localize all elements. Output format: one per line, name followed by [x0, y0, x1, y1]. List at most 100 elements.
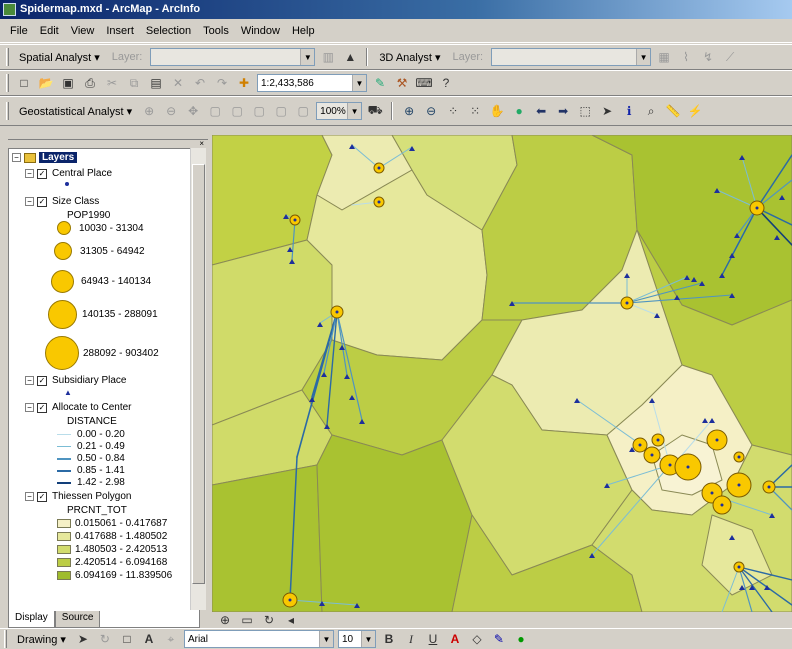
- toc-subsidiary-row[interactable]: − ✓ Subsidiary Place: [25, 375, 126, 386]
- hyperlink-icon[interactable]: ⚡: [686, 102, 704, 120]
- menu-tools[interactable]: Tools: [197, 25, 235, 37]
- layout-view-icon[interactable]: ▭: [238, 611, 256, 629]
- menu-file[interactable]: File: [4, 25, 34, 37]
- visibility-checkbox[interactable]: ✓: [37, 491, 47, 502]
- zoom-in-icon[interactable]: ⊕: [400, 102, 418, 120]
- layer-props-icon[interactable]: ▲: [341, 48, 359, 66]
- menu-selection[interactable]: Selection: [140, 25, 197, 37]
- layout-fixed-out-icon[interactable]: ▢: [250, 102, 268, 120]
- menu-help[interactable]: Help: [286, 25, 321, 37]
- fill-color-icon[interactable]: ◇: [468, 630, 486, 648]
- delete-icon[interactable]: ✕: [169, 74, 187, 92]
- zoom-percent-combo[interactable]: 100% ▼: [316, 102, 363, 120]
- map-scale-combo[interactable]: 1:2,433,586 ▼: [257, 74, 367, 92]
- font-family-combo[interactable]: Arial ▼: [183, 630, 334, 648]
- line-of-sight-icon[interactable]: ⟋: [721, 48, 739, 66]
- profile-icon[interactable]: ⌇: [677, 48, 695, 66]
- layout-back-icon[interactable]: ▢: [272, 102, 290, 120]
- menu-window[interactable]: Window: [235, 25, 286, 37]
- add-data-icon[interactable]: ✚: [235, 74, 253, 92]
- layout-forward-icon[interactable]: ▢: [294, 102, 312, 120]
- tab-display[interactable]: Display: [8, 611, 55, 628]
- toggle-draft-icon[interactable]: ⛟: [366, 102, 384, 120]
- visibility-checkbox[interactable]: ✓: [37, 402, 47, 413]
- histogram-icon[interactable]: ▥: [319, 48, 337, 66]
- rotate-icon[interactable]: ↻: [96, 630, 114, 648]
- toc-thiessen-row[interactable]: − ✓ Thiessen Polygon: [25, 491, 132, 502]
- editor-toolbar-icon[interactable]: ✎: [371, 74, 389, 92]
- 3d-layer-combo[interactable]: ▼: [491, 48, 652, 66]
- steepest-path-icon[interactable]: ↯: [699, 48, 717, 66]
- arctoolbox-icon[interactable]: ⚒: [393, 74, 411, 92]
- text-tool-icon[interactable]: A: [140, 630, 158, 648]
- spatial-layer-combo[interactable]: ▼: [150, 48, 316, 66]
- save-icon[interactable]: ▣: [59, 74, 77, 92]
- layout-zoom-out-icon[interactable]: ⊖: [162, 102, 180, 120]
- open-folder-icon[interactable]: 📂: [37, 74, 55, 92]
- forward-arrow-icon[interactable]: ➡: [554, 102, 572, 120]
- cut-icon[interactable]: ✂: [103, 74, 121, 92]
- rectangle-tool-icon[interactable]: □: [118, 630, 136, 648]
- paste-icon[interactable]: ▤: [147, 74, 165, 92]
- bold-button[interactable]: B: [380, 630, 398, 648]
- menu-view[interactable]: View: [65, 25, 101, 37]
- toc-layers-row[interactable]: − Layers: [12, 152, 78, 163]
- new-file-icon[interactable]: □: [15, 74, 33, 92]
- redo-icon[interactable]: ↷: [213, 74, 231, 92]
- pan-hand-icon[interactable]: ✋: [488, 102, 506, 120]
- edit-vertices-icon[interactable]: ⌖: [162, 630, 180, 648]
- close-icon[interactable]: ×: [199, 139, 204, 148]
- geostat-analyst-menu[interactable]: Geostatistical Analyst ▾: [15, 105, 136, 118]
- marker-color-icon[interactable]: ●: [512, 630, 530, 648]
- toc-central-place-row[interactable]: − ✓ Central Place: [25, 168, 112, 179]
- find-binoculars-icon[interactable]: ⌕: [642, 102, 660, 120]
- data-view-globe-icon[interactable]: ⊕: [216, 611, 234, 629]
- drawing-menu[interactable]: Drawing ▾: [13, 633, 70, 646]
- collapse-icon[interactable]: −: [12, 153, 21, 162]
- toc-scrollbar[interactable]: [190, 148, 206, 610]
- select-features-icon[interactable]: ⬚: [576, 102, 594, 120]
- fixed-zoom-in-icon[interactable]: ⁘: [444, 102, 462, 120]
- layout-full-icon[interactable]: ▢: [206, 102, 224, 120]
- collapse-icon[interactable]: −: [25, 197, 34, 206]
- tab-source[interactable]: Source: [54, 611, 101, 628]
- layout-pan-icon[interactable]: ✥: [184, 102, 202, 120]
- scrollbar-thumb[interactable]: [192, 164, 205, 584]
- whats-this-icon[interactable]: ?: [437, 74, 455, 92]
- menu-edit[interactable]: Edit: [34, 25, 65, 37]
- spatial-analyst-menu[interactable]: Spatial Analyst ▾: [15, 51, 104, 64]
- visibility-checkbox[interactable]: ✓: [37, 168, 47, 179]
- menu-insert[interactable]: Insert: [100, 25, 140, 37]
- command-line-icon[interactable]: ⌨: [415, 74, 433, 92]
- scroll-left-icon[interactable]: ◂: [282, 611, 300, 629]
- undo-icon[interactable]: ↶: [191, 74, 209, 92]
- zoom-out-icon[interactable]: ⊖: [422, 102, 440, 120]
- contour-icon[interactable]: ▦: [655, 48, 673, 66]
- visibility-checkbox[interactable]: ✓: [37, 196, 47, 207]
- layout-zoom-in-icon[interactable]: ⊕: [140, 102, 158, 120]
- copy-icon[interactable]: ⧉: [125, 74, 143, 92]
- toc-allocate-row[interactable]: − ✓ Allocate to Center: [25, 402, 132, 413]
- select-elements-icon[interactable]: ➤: [74, 630, 92, 648]
- collapse-icon[interactable]: −: [25, 403, 34, 412]
- 3d-analyst-menu[interactable]: 3D Analyst ▾: [375, 51, 444, 64]
- collapse-icon[interactable]: −: [25, 376, 34, 385]
- line-color-icon[interactable]: ✎: [490, 630, 508, 648]
- measure-icon[interactable]: 📏: [664, 102, 682, 120]
- visibility-checkbox[interactable]: ✓: [37, 375, 47, 386]
- identify-icon[interactable]: ℹ: [620, 102, 638, 120]
- toc-size-class-row[interactable]: − ✓ Size Class: [25, 196, 99, 207]
- fixed-zoom-out-icon[interactable]: ⁙: [466, 102, 484, 120]
- back-arrow-icon[interactable]: ⬅: [532, 102, 550, 120]
- collapse-icon[interactable]: −: [25, 492, 34, 501]
- collapse-icon[interactable]: −: [25, 169, 34, 178]
- layout-fixed-in-icon[interactable]: ▢: [228, 102, 246, 120]
- select-elements-arrow-icon[interactable]: ➤: [598, 102, 616, 120]
- map-view[interactable]: [212, 135, 792, 612]
- italic-button[interactable]: I: [402, 630, 420, 648]
- print-icon[interactable]: ⎙: [81, 74, 99, 92]
- underline-button[interactable]: U: [424, 630, 442, 648]
- refresh-icon[interactable]: ↻: [260, 611, 278, 629]
- full-extent-globe-icon[interactable]: ●: [510, 102, 528, 120]
- font-color-icon[interactable]: A: [446, 630, 464, 648]
